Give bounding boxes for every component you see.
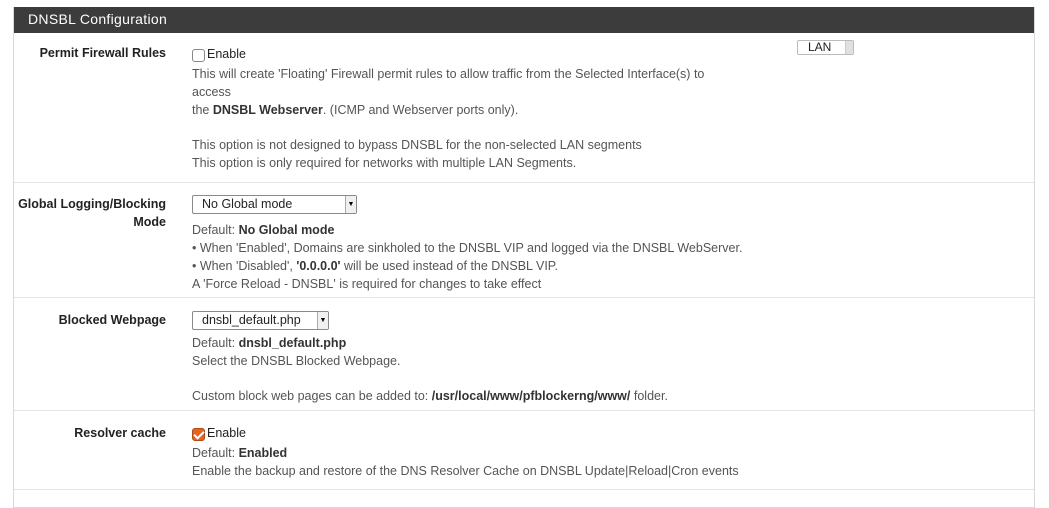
desc3-suffix: . (ICMP and Webserver ports only).	[322, 103, 519, 117]
desc2-prefix: • When 'Disabled',	[192, 259, 297, 273]
default-value: No Global mode	[238, 223, 335, 237]
blocked-webpage-desc2: Custom block web pages can be added to: …	[192, 387, 668, 405]
permit-firewall-row: Permit Firewall Rules Enable This will c…	[14, 33, 1034, 183]
folder-path: /usr/local/www/pfblockerng/www/	[431, 389, 631, 403]
desc2-suffix: folder.	[630, 389, 668, 403]
permit-firewall-checkbox-wrap[interactable]: Enable	[192, 44, 704, 64]
blocked-webpage-selected[interactable]: dnsbl_default.php	[202, 313, 301, 327]
permit-firewall-label: Permit Firewall Rules	[39, 46, 166, 60]
resolver-cache-content: Enable Default: Enabled Enable the backu…	[192, 423, 739, 480]
resolver-cache-checkbox-label[interactable]: Enable	[207, 424, 246, 442]
default-prefix: Default:	[192, 336, 239, 350]
resolver-cache-checkbox[interactable]	[192, 427, 205, 441]
global-logging-desc2: • When 'Disabled', '0.0.0.0' will be use…	[192, 257, 742, 275]
blocked-webpage-row: Blocked Webpage dnsbl_default.php ▼ Defa…	[14, 298, 1034, 411]
global-logging-desc3: A 'Force Reload - DNSBL' is required for…	[192, 277, 542, 291]
dnsbl-config-panel: DNSBL Configuration Permit Firewall Rule…	[13, 7, 1035, 508]
global-logging-label: Global Logging/Blocking Mode	[18, 195, 166, 231]
permit-firewall-desc1: This will create 'Floating' Firewall per…	[192, 67, 705, 81]
desc2-suffix: will be used instead of the DNSBL VIP.	[340, 259, 559, 273]
desc2-prefix: Custom block web pages can be added to:	[192, 389, 432, 403]
global-logging-desc1: • When 'Enabled', Domains are sinkholed …	[192, 241, 743, 255]
resolver-cache-row: Resolver cache Enable Default: Enabled E…	[14, 411, 1034, 490]
permit-firewall-content: Enable This will create 'Floating' Firew…	[192, 44, 704, 172]
chevron-down-icon[interactable]: ▼	[345, 196, 356, 213]
global-logging-label-line2: Mode	[133, 215, 166, 229]
resolver-cache-desc1: Enable the backup and restore of the DNS…	[192, 464, 739, 478]
permit-firewall-desc3: the DNSBL Webserver. (ICMP and Webserver…	[192, 101, 704, 119]
resolver-cache-default: Default: Enabled	[192, 444, 739, 462]
blocked-webpage-label: Blocked Webpage	[58, 313, 166, 327]
default-prefix: Default:	[192, 446, 239, 460]
blocked-webpage-desc1: Select the DNSBL Blocked Webpage.	[192, 354, 401, 368]
global-mode-select[interactable]: No Global mode ▼	[192, 195, 357, 214]
resolver-cache-checkbox-wrap[interactable]: Enable	[192, 423, 739, 443]
interface-option-lan[interactable]: LAN	[808, 40, 831, 54]
resolver-cache-label: Resolver cache	[74, 426, 166, 440]
permit-firewall-checkbox[interactable]	[192, 48, 205, 62]
global-logging-row: Global Logging/Blocking Mode No Global m…	[14, 183, 1034, 298]
permit-firewall-checkbox-label[interactable]: Enable	[207, 45, 246, 63]
blocked-webpage-content: dnsbl_default.php ▼ Default: dnsbl_defau…	[192, 311, 668, 405]
interface-select-list[interactable]: LAN	[797, 40, 854, 55]
global-logging-content: No Global mode ▼ Default: No Global mode…	[192, 195, 742, 293]
default-value: dnsbl_default.php	[238, 336, 347, 350]
default-prefix: Default:	[192, 223, 239, 237]
global-mode-selected[interactable]: No Global mode	[202, 197, 292, 211]
global-logging-label-line1: Global Logging/Blocking	[18, 197, 166, 211]
desc3-prefix: the	[192, 103, 213, 117]
default-value: Enabled	[238, 446, 288, 460]
dnsbl-webserver-text: DNSBL Webserver	[212, 103, 323, 117]
panel-title: DNSBL Configuration	[14, 7, 1034, 33]
blocked-webpage-select[interactable]: dnsbl_default.php ▼	[192, 311, 329, 330]
permit-firewall-desc4: This option is not designed to bypass DN…	[192, 138, 642, 152]
permit-firewall-desc2: access	[192, 85, 231, 99]
interface-list-scrollbar[interactable]	[845, 41, 853, 54]
chevron-down-icon[interactable]: ▼	[317, 312, 328, 329]
desc2-bold: '0.0.0.0'	[296, 259, 341, 273]
blocked-webpage-default: Default: dnsbl_default.php	[192, 334, 668, 352]
global-logging-default: Default: No Global mode	[192, 221, 742, 239]
permit-firewall-desc5: This option is only required for network…	[192, 156, 577, 170]
